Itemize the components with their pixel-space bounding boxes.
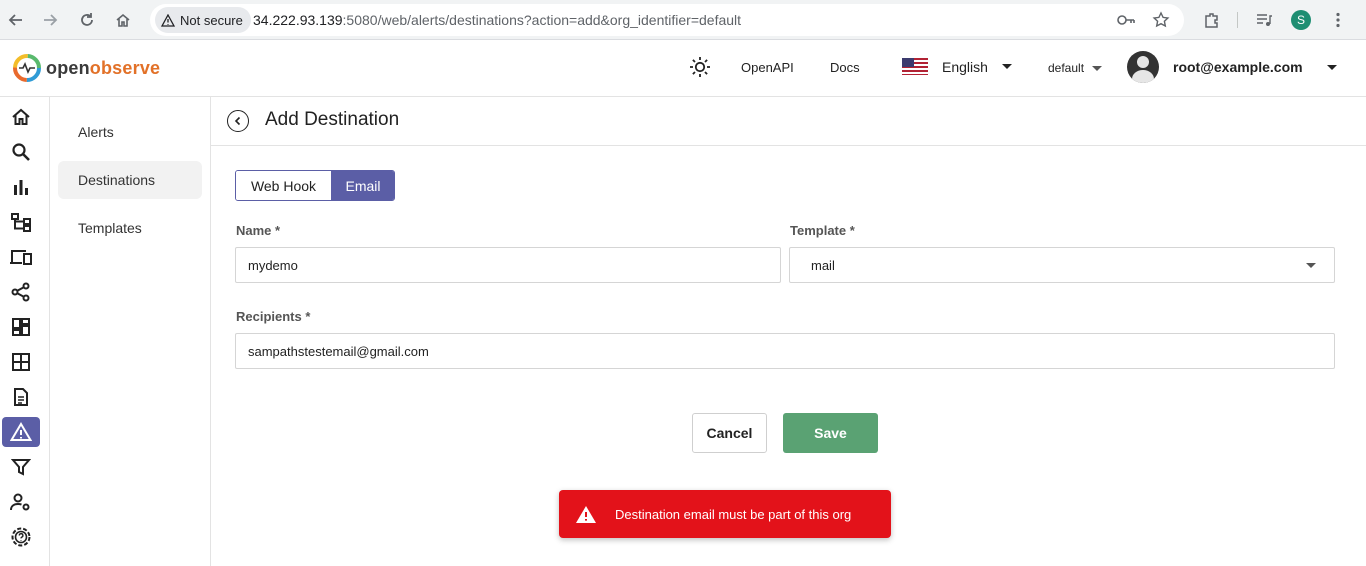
home-icon[interactable] [2, 102, 40, 132]
avatar [1127, 51, 1159, 83]
filter-icon[interactable] [2, 452, 40, 482]
submenu-label: Templates [78, 220, 142, 236]
save-button[interactable]: Save [783, 413, 878, 453]
template-label: Template * [790, 223, 855, 238]
submenu-label: Alerts [78, 124, 114, 140]
brand-observe: observe [89, 57, 161, 78]
settings-help-icon[interactable] [2, 522, 40, 552]
us-flag-icon [902, 58, 928, 75]
tab-email[interactable]: Email [332, 171, 394, 200]
toast-message: Destination email must be part of this o… [615, 506, 852, 522]
openapi-link[interactable]: OpenAPI [741, 60, 794, 75]
theme-sun-icon[interactable] [689, 56, 711, 83]
home-browser-icon[interactable] [109, 6, 137, 34]
security-label: Not secure [180, 12, 243, 28]
name-field[interactable]: mydemo [235, 247, 781, 283]
dashboard-icon[interactable] [2, 312, 40, 342]
profile-avatar[interactable]: S [1291, 10, 1311, 30]
kebab-menu-icon[interactable] [1324, 6, 1352, 34]
grid-icon[interactable] [2, 347, 40, 377]
cancel-button[interactable]: Cancel [692, 413, 767, 453]
extensions-icon[interactable] [1198, 6, 1226, 34]
page-titlebar: Add Destination [211, 97, 1366, 146]
language-selector[interactable]: English [902, 58, 1012, 75]
error-toast: Destination email must be part of this o… [559, 490, 891, 538]
document-icon[interactable] [2, 382, 40, 412]
tab-web-hook[interactable]: Web Hook [236, 171, 332, 200]
submenu-item-templates[interactable]: Templates [58, 209, 202, 247]
url-path: :5080/web/alerts/destinations?action=add… [342, 12, 742, 28]
address-bar[interactable]: Not secure 34.222.93.139:5080/web/alerts… [150, 4, 1184, 36]
language-label: English [942, 58, 988, 75]
openobserve-logo[interactable]: open observe [12, 53, 160, 83]
name-label: Name * [236, 223, 281, 238]
url-host: 34.222.93.139 [253, 12, 343, 28]
template-select[interactable]: mail [789, 247, 1335, 283]
name-value: mydemo [248, 257, 298, 273]
submenu-item-alerts[interactable]: Alerts [58, 113, 202, 151]
submenu-item-destinations[interactable]: Destinations [58, 161, 202, 199]
chevron-down-icon [1326, 64, 1337, 70]
hierarchy-icon[interactable] [2, 207, 40, 237]
user-menu[interactable]: root@example.com [1127, 51, 1337, 83]
back-arrow-icon[interactable] [2, 6, 30, 34]
devices-icon[interactable] [2, 242, 40, 272]
chevron-down-icon [1001, 64, 1012, 69]
forward-arrow-icon[interactable] [36, 6, 64, 34]
submenu-label: Destinations [78, 172, 156, 188]
reload-icon[interactable] [73, 6, 101, 34]
key-icon[interactable] [1116, 11, 1136, 34]
page-title: Add Destination [265, 109, 400, 130]
chevron-down-icon [1306, 263, 1316, 268]
chevron-left-icon [234, 116, 241, 126]
logo-mark-icon [13, 54, 41, 82]
recipients-field[interactable]: sampathstestemail@gmail.com [235, 333, 1335, 369]
chevron-down-icon [1092, 65, 1103, 71]
alert-triangle-icon[interactable] [2, 417, 40, 447]
back-button[interactable] [227, 110, 249, 132]
org-label: default [1048, 61, 1085, 75]
recipients-label: Recipients * [236, 309, 311, 324]
destination-type-toggle: Web Hook Email [235, 170, 395, 201]
warning-icon [576, 505, 596, 523]
warning-icon [161, 13, 175, 27]
docs-link[interactable]: Docs [830, 60, 860, 75]
app-header: open observe OpenAPI Docs English default… [0, 40, 1366, 97]
recipients-value: sampathstestemail@gmail.com [248, 343, 429, 359]
browser-toolbar: Not secure 34.222.93.139:5080/web/alerts… [0, 0, 1366, 40]
user-settings-icon[interactable] [2, 487, 40, 517]
toolbar-divider [1237, 12, 1238, 28]
security-indicator[interactable]: Not secure [155, 7, 251, 33]
bar-chart-icon[interactable] [2, 172, 40, 202]
url-text: 34.222.93.139:5080/web/alerts/destinatio… [253, 12, 741, 28]
user-email: root@example.com [1173, 59, 1303, 75]
brand-open: open [46, 57, 90, 78]
star-icon[interactable] [1152, 11, 1170, 34]
share-nodes-icon[interactable] [2, 277, 40, 307]
org-selector[interactable]: default [1048, 61, 1103, 75]
alerts-submenu: Alerts Destinations Templates [50, 97, 211, 566]
nav-rail [0, 97, 50, 566]
media-queue-icon[interactable] [1250, 6, 1278, 34]
template-value: mail [811, 257, 835, 273]
search-icon[interactable] [2, 137, 40, 167]
